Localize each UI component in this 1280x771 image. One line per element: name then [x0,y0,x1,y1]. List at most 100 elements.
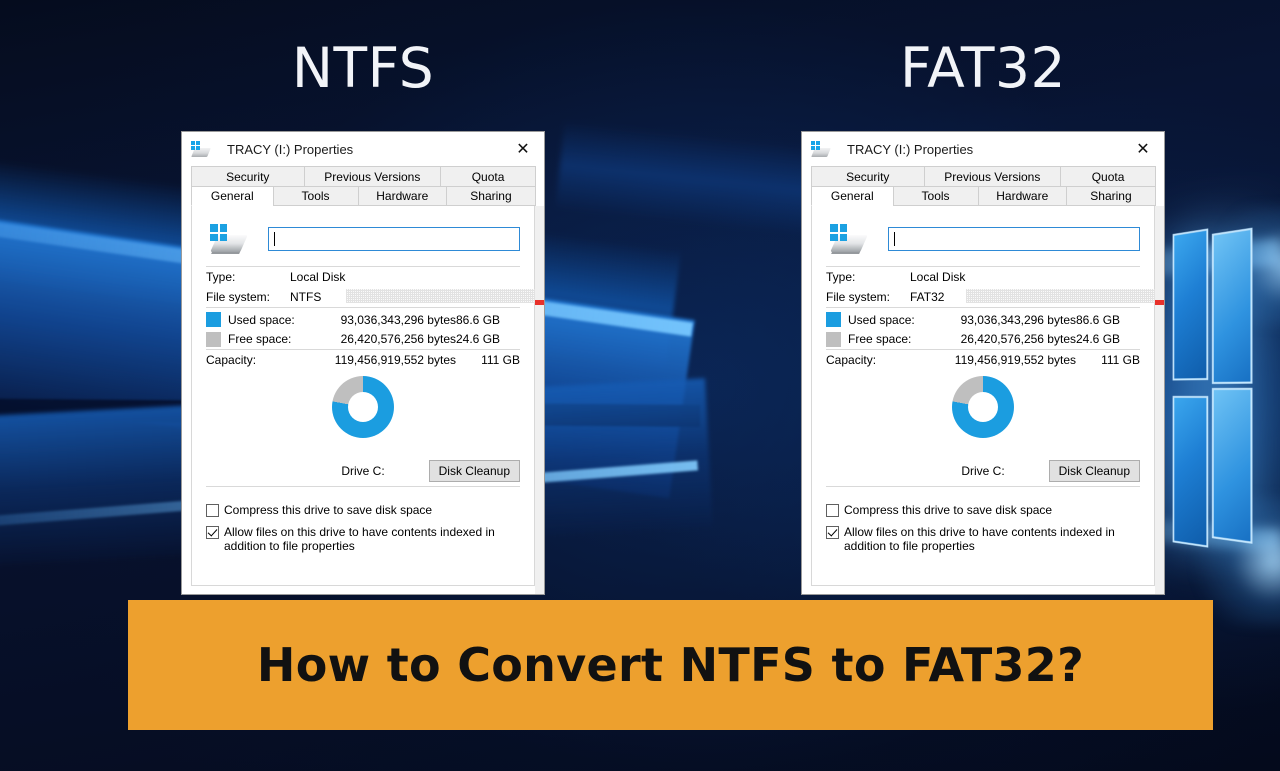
annotation-marker-red [1155,300,1164,305]
capacity-bytes: 119,456,919,552 bytes [334,352,456,367]
capacity-label: Capacity: [206,352,257,367]
heading-ntfs: NTFS [291,36,435,100]
compress-drive-option[interactable]: Compress this drive to save disk space [206,503,520,517]
index-contents-label: Allow files on this drive to have conten… [224,524,495,553]
filesystem-value: FAT32 [910,290,945,304]
free-space-label: Free space: [228,331,292,346]
general-tab-panel: Type: Local Disk File system: NTFS Used … [191,206,535,586]
free-space-swatch-cell [826,329,848,348]
index-contents-checkbox[interactable] [826,525,839,539]
free-space-gb: 24.6 GB [456,331,501,346]
table-row: Capacity: 119,456,919,552 bytes 111 GB [826,350,1140,370]
tab-general[interactable]: General [811,186,894,206]
properties-dialog-fat32: TRACY (I:) Properties ✕ Security Previou… [801,131,1165,595]
used-space-swatch-cell [206,310,228,329]
tab-quota[interactable]: Quota [440,166,536,186]
dialog-titlebar[interactable]: TRACY (I:) Properties ✕ [802,132,1164,166]
table-row: Free space: 26,420,576,256 bytes 24.6 GB [206,329,520,348]
disk-cleanup-button[interactable]: Disk Cleanup [1048,459,1140,482]
used-space-gb: 86.6 GB [1076,312,1121,327]
tab-tools[interactable]: Tools [272,186,359,206]
disk-usage-chart [206,374,520,460]
divider [206,485,520,487]
table-row: Used space: 93,036,343,296 bytes 86.6 GB [206,310,520,329]
disk-cleanup-button[interactable]: Disk Cleanup [428,459,520,482]
space-usage-table: Used space: 93,036,343,296 bytes 86.6 GB… [826,310,1140,349]
used-space-label: Used space: [848,312,915,327]
dialog-titlebar[interactable]: TRACY (I:) Properties ✕ [182,132,544,166]
tab-tools[interactable]: Tools [892,186,979,206]
donut-hole [348,391,378,422]
table-row: Free space: 26,420,576,256 bytes 24.6 GB [826,329,1140,348]
used-space-bytes: 93,036,343,296 bytes [340,312,456,327]
close-icon[interactable]: ✕ [1122,132,1164,166]
filesystem-value: NTFS [290,290,322,304]
tab-sharing[interactable]: Sharing [1065,186,1156,206]
free-space-color-swatch [826,331,841,347]
index-contents-option[interactable]: Allow files on this drive to have conten… [206,525,520,553]
tab-hardware[interactable]: Hardware [977,186,1067,206]
volume-label-input[interactable] [888,227,1140,251]
index-contents-option[interactable]: Allow files on this drive to have conten… [826,525,1140,553]
tab-quota[interactable]: Quota [1060,166,1156,186]
used-space-color-swatch [206,312,221,328]
table-row: File system: FAT32 [826,287,1155,307]
donut-hole [968,391,998,422]
type-value: Local Disk [290,270,346,284]
tab-sharing[interactable]: Sharing [445,186,536,206]
table-row: Capacity: 119,456,919,552 bytes 111 GB [206,350,520,370]
tab-security[interactable]: Security [811,166,925,186]
tab-row-primary: General Tools Hardware Sharing [191,186,536,206]
divider [826,485,1140,487]
text-caret [274,232,275,246]
close-icon[interactable]: ✕ [502,132,544,166]
index-contents-checkbox[interactable] [206,525,219,539]
filesystem-label: File system: [206,290,271,304]
tab-security[interactable]: Security [191,166,305,186]
capacity-gb: 111 GB [1101,352,1140,367]
compress-drive-checkbox[interactable] [206,503,219,517]
drive-caption-row: Drive C: Disk Cleanup [206,459,520,486]
volume-label-input[interactable] [268,227,520,251]
used-space-bytes: 93,036,343,296 bytes [960,312,1076,327]
tab-strip: Security Previous Versions Quota General… [182,166,544,206]
tab-row-secondary: Security Previous Versions Quota [191,166,536,186]
donut-chart [952,375,1014,438]
compress-drive-label: Compress this drive to save disk space [844,502,1053,517]
tab-row-secondary: Security Previous Versions Quota [811,166,1156,186]
drive-icon-large [830,224,868,254]
used-space-gb: 86.6 GB [456,312,501,327]
windows-logo-icon [1172,221,1253,564]
options-checkbox-group: Compress this drive to save disk space A… [826,503,1140,553]
space-usage-table: Used space: 93,036,343,296 bytes 86.6 GB… [206,310,520,349]
used-space-color-swatch [826,312,841,328]
type-label: Type: [206,270,236,284]
tab-strip: Security Previous Versions Quota General… [802,166,1164,206]
compress-drive-label: Compress this drive to save disk space [224,502,433,517]
free-space-bytes: 26,420,576,256 bytes [960,331,1076,346]
donut-chart [332,375,394,438]
volume-label-row [826,218,1140,260]
compress-drive-checkbox[interactable] [826,503,839,517]
tab-hardware[interactable]: Hardware [357,186,447,206]
capacity-label: Capacity: [826,352,877,367]
index-contents-label: Allow files on this drive to have conten… [844,524,1115,553]
disk-info-table: Type: Local Disk File system: NTFS [206,267,535,307]
compress-drive-option[interactable]: Compress this drive to save disk space [826,503,1140,517]
type-label: Type: [826,270,856,284]
tab-previous-versions[interactable]: Previous Versions [303,166,442,186]
drive-caption-row: Drive C: Disk Cleanup [826,459,1140,486]
free-space-bytes: 26,420,576,256 bytes [340,331,456,346]
tab-general[interactable]: General [191,186,274,206]
capacity-gb: 111 GB [481,352,520,367]
general-tab-panel: Type: Local Disk File system: FAT32 Used… [811,206,1155,586]
capacity-table: Capacity: 119,456,919,552 bytes 111 GB [826,350,1140,370]
filesystem-value-cell: NTFS [290,287,535,307]
annotation-marker-red [535,300,544,305]
dialog-title: TRACY (I:) Properties [847,141,974,157]
table-row: Type: Local Disk [826,267,1140,287]
hatched-area [966,289,1155,303]
filesystem-label: File system: [826,290,891,304]
hatched-area [346,289,535,303]
tab-previous-versions[interactable]: Previous Versions [923,166,1062,186]
